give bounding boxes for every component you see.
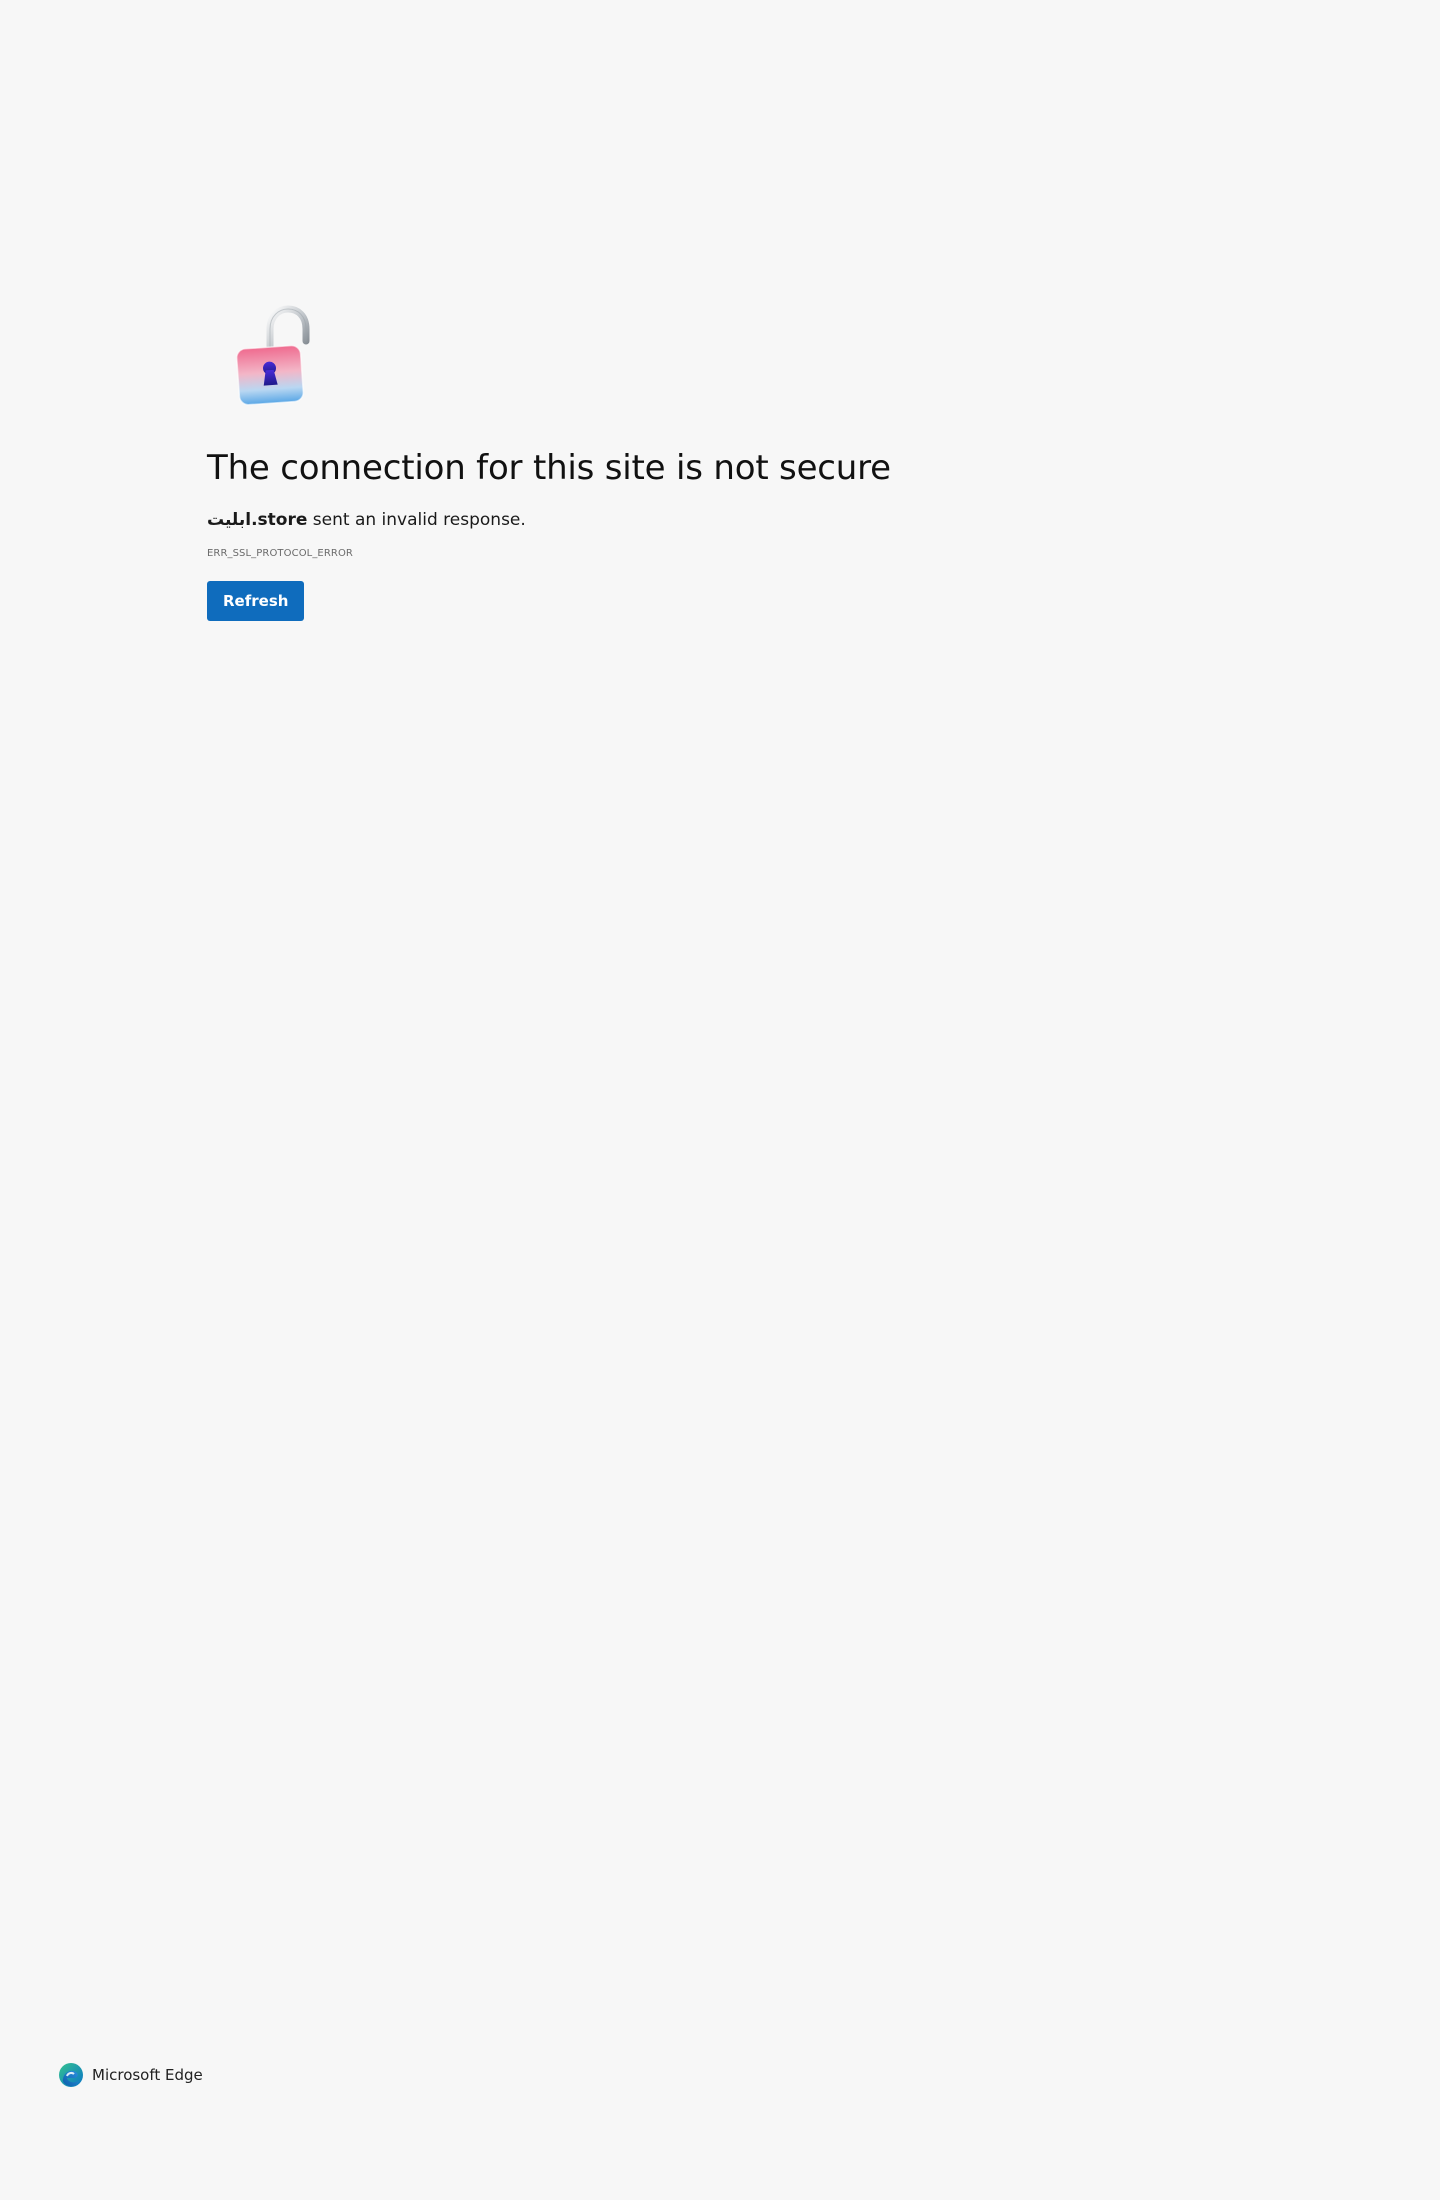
footer-brand: Microsoft Edge: [58, 2062, 203, 2088]
refresh-button[interactable]: Refresh: [207, 581, 305, 621]
unlocked-padlock-icon: [235, 305, 310, 406]
error-content: The connection for this site is not secu…: [207, 305, 1107, 621]
site-host: ابلیت.store: [207, 510, 308, 530]
error-message: ابلیت.store sent an invalid response.: [207, 508, 1107, 532]
error-message-text: sent an invalid response.: [307, 510, 526, 530]
error-code: ERR_SSL_PROTOCOL_ERROR: [207, 548, 353, 559]
page-title: The connection for this site is not secu…: [207, 448, 891, 488]
microsoft-edge-logo-icon: [59, 2063, 83, 2087]
error-page: The connection for this site is not secu…: [0, 0, 1440, 2200]
brand-name: Microsoft Edge: [92, 2066, 203, 2084]
